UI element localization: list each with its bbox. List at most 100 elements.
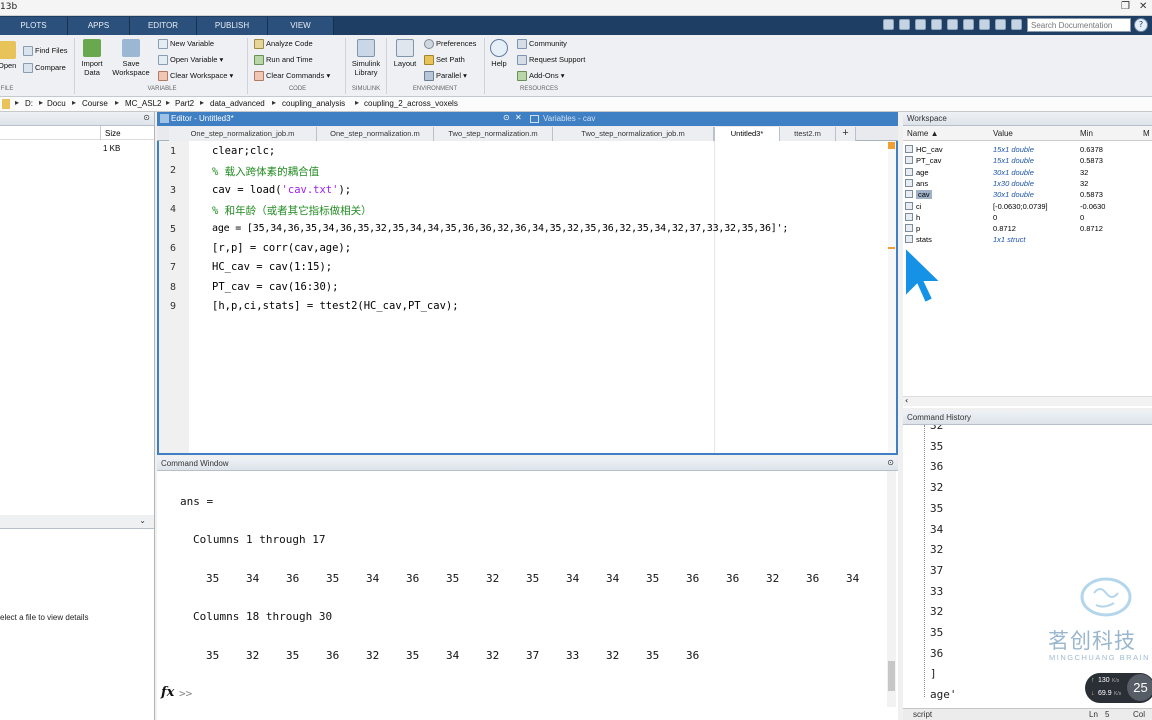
switch-windows-icon[interactable] [995, 19, 1006, 30]
close-icon[interactable]: ✕ [1139, 1, 1147, 12]
help-icon[interactable]: ? [1134, 18, 1148, 32]
import-data-button[interactable]: Import Data [78, 39, 106, 77]
cut-icon[interactable] [915, 19, 926, 30]
tab-ttest2[interactable]: ttest2.m [780, 127, 836, 141]
code-comment[interactable]: % 和年龄（或者其它指标做相关） [212, 203, 372, 218]
workspace-row[interactable]: ci [-0.0630;0.0739] -0.0630 [903, 201, 1152, 213]
path-crumb[interactable]: coupling_analysis [282, 99, 345, 108]
new-variable-button[interactable]: New Variable [158, 39, 214, 50]
workspace-hscrollbar[interactable]: ‹ [903, 396, 1152, 406]
code-line[interactable]: HC_cav = cav(1:15); [212, 261, 332, 273]
code-line[interactable]: clear;clc; [212, 145, 275, 157]
code-line[interactable]: cav = load('cav.txt'); [212, 184, 351, 196]
open-button[interactable]: Open [0, 41, 16, 70]
panel-menu-icon[interactable]: ⊙ [503, 113, 510, 122]
preferences-button[interactable]: Preferences [424, 39, 476, 50]
clear-workspace-button[interactable]: Clear Workspace ▾ [158, 71, 233, 82]
history-item[interactable]: 35 [930, 502, 943, 515]
chevron-down-icon[interactable]: ⌄ [139, 516, 146, 525]
code-line[interactable]: [r,p] = corr(cav,age); [212, 242, 351, 254]
history-item[interactable]: 32 [930, 543, 943, 556]
paste-icon[interactable] [947, 19, 958, 30]
editor-scrollbar[interactable] [888, 141, 896, 453]
search-documentation-input[interactable]: Search Documentation [1027, 18, 1131, 32]
workspace-row[interactable]: cav 30x1 double 0.5873 [903, 190, 1152, 201]
command-window[interactable]: ans = Columns 1 through 17 35 34 36 35 34 36 3… [157, 471, 898, 720]
min-column-header[interactable]: Min [1080, 129, 1093, 138]
address-bar[interactable]: ▸ D: ▸ Docu ▸ Course ▸ MC_ASL2 ▸ Part2 ▸… [0, 97, 1152, 112]
workspace-row[interactable]: age 30x1 double 32 [903, 167, 1152, 179]
history-item[interactable]: 32 [930, 605, 943, 618]
path-crumb[interactable]: coupling_2_across_voxels [364, 99, 458, 108]
tab-plots[interactable]: PLOTS [0, 17, 68, 35]
path-crumb[interactable]: Part2 [175, 99, 194, 108]
copy-icon[interactable] [931, 19, 942, 30]
open-variable-button[interactable]: Open Variable ▾ [158, 55, 223, 66]
history-item[interactable]: age' [930, 688, 957, 701]
workspace-row[interactable]: h 0 0 [903, 212, 1152, 224]
tab-editor[interactable]: EDITOR [130, 17, 197, 35]
history-item[interactable]: 33 [930, 585, 943, 598]
save-workspace-button[interactable]: Save Workspace [110, 39, 152, 77]
value-column-header[interactable]: Value [993, 129, 1013, 138]
panel-menu-icon[interactable]: ⊙ [143, 113, 150, 122]
variables-tab[interactable]: Variables - cav [528, 112, 898, 126]
add-ons-button[interactable]: Add-Ons ▾ [517, 71, 564, 82]
add-tab-button[interactable]: + [836, 127, 856, 141]
max-column-header[interactable]: M [1143, 129, 1150, 138]
name-column-header[interactable]: Name ▲ [907, 129, 938, 138]
restore-icon[interactable]: ❐ [1121, 1, 1130, 12]
history-item[interactable]: 34 [930, 523, 943, 536]
path-crumb[interactable]: Course [82, 99, 108, 108]
community-button[interactable]: Community [517, 39, 567, 50]
simulink-library-button[interactable]: Simulink Library [349, 39, 383, 77]
path-crumb[interactable]: D: [25, 99, 33, 108]
function-browser-icon[interactable]: fx [161, 685, 174, 700]
redo-icon[interactable] [979, 19, 990, 30]
history-item[interactable]: 32 [930, 481, 943, 494]
layout-button[interactable]: Layout [391, 39, 419, 68]
workspace-row[interactable]: p 0.8712 0.8712 [903, 224, 1152, 235]
workspace-row[interactable]: HC_cav 15x1 double 0.6378 [903, 145, 1152, 156]
tab-apps[interactable]: APPS [68, 17, 130, 35]
scroll-thumb[interactable] [888, 661, 895, 691]
warning-marker[interactable] [888, 247, 895, 249]
path-crumb[interactable]: Docu [47, 99, 66, 108]
path-crumb[interactable]: MC_ASL2 [125, 99, 161, 108]
workspace-row[interactable]: PT_cav 15x1 double 0.5873 [903, 156, 1152, 167]
code-comment[interactable]: % 载入跨体素的耦合值 [212, 164, 319, 179]
find-files-button[interactable]: Find Files [23, 46, 68, 57]
command-scrollbar[interactable] [887, 471, 896, 707]
history-item[interactable]: ] [930, 667, 937, 680]
clear-commands-button[interactable]: Clear Commands ▾ [254, 71, 330, 82]
history-item[interactable]: 35 [930, 440, 943, 453]
help-small-icon[interactable] [1011, 19, 1022, 30]
history-item[interactable]: 36 [930, 647, 943, 660]
tab-two-step-normalization[interactable]: Two_step_normalization.m [434, 127, 553, 141]
tab-publish[interactable]: PUBLISH [197, 17, 268, 35]
analyzer-status-icon[interactable] [888, 142, 895, 149]
size-column-header[interactable]: Size [105, 129, 121, 138]
tab-two-step-normalization-job[interactable]: Two_step_normalization_job.m [553, 127, 714, 141]
parallel-button[interactable]: Parallel ▾ [424, 71, 467, 82]
workspace-row[interactable]: ans 1x30 double 32 [903, 178, 1152, 190]
panel-menu-icon[interactable]: ⊙ [887, 458, 894, 467]
history-item[interactable]: 36 [930, 460, 943, 473]
command-prompt[interactable]: >> [179, 687, 192, 700]
history-item[interactable]: 37 [930, 564, 943, 577]
history-item[interactable]: 35 [930, 626, 943, 639]
details-header[interactable]: ⌄ [0, 515, 154, 529]
undo-icon[interactable] [963, 19, 974, 30]
tab-untitled3[interactable]: Untitled3* [714, 127, 780, 141]
tab-one-step-normalization-job[interactable]: One_step_normalization_job.m [169, 127, 317, 141]
tab-one-step-normalization[interactable]: One_step_normalization.m [317, 127, 434, 141]
code-line[interactable]: PT_cav = cav(16:30); [212, 281, 338, 293]
analyze-code-button[interactable]: Analyze Code [254, 39, 313, 50]
tab-view[interactable]: VIEW [268, 17, 334, 35]
compare-button[interactable]: Compare [23, 63, 66, 74]
help-button[interactable]: Help [488, 39, 510, 68]
run-and-time-button[interactable]: Run and Time [254, 55, 313, 66]
request-support-button[interactable]: Request Support [517, 55, 585, 66]
set-path-button[interactable]: Set Path [424, 55, 465, 66]
code-line[interactable]: [h,p,ci,stats] = ttest2(HC_cav,PT_cav); [212, 300, 459, 312]
